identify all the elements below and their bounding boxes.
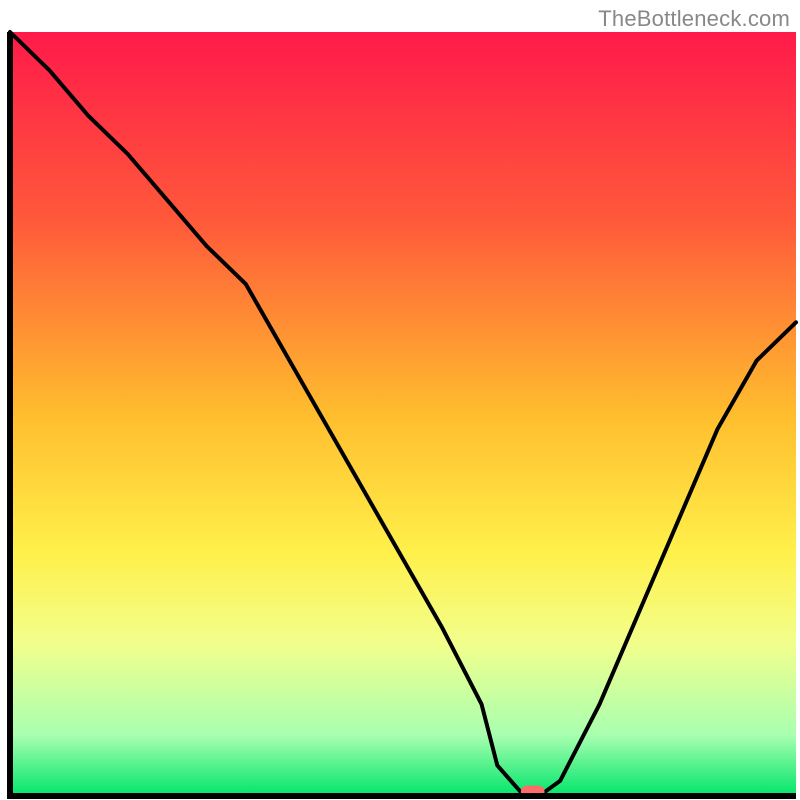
chart-svg <box>0 0 800 800</box>
chart-container: TheBottleneck.com <box>0 0 800 800</box>
watermark-text: TheBottleneck.com <box>598 6 790 32</box>
chart-background-gradient <box>10 32 796 796</box>
optimal-point-marker <box>521 786 545 799</box>
